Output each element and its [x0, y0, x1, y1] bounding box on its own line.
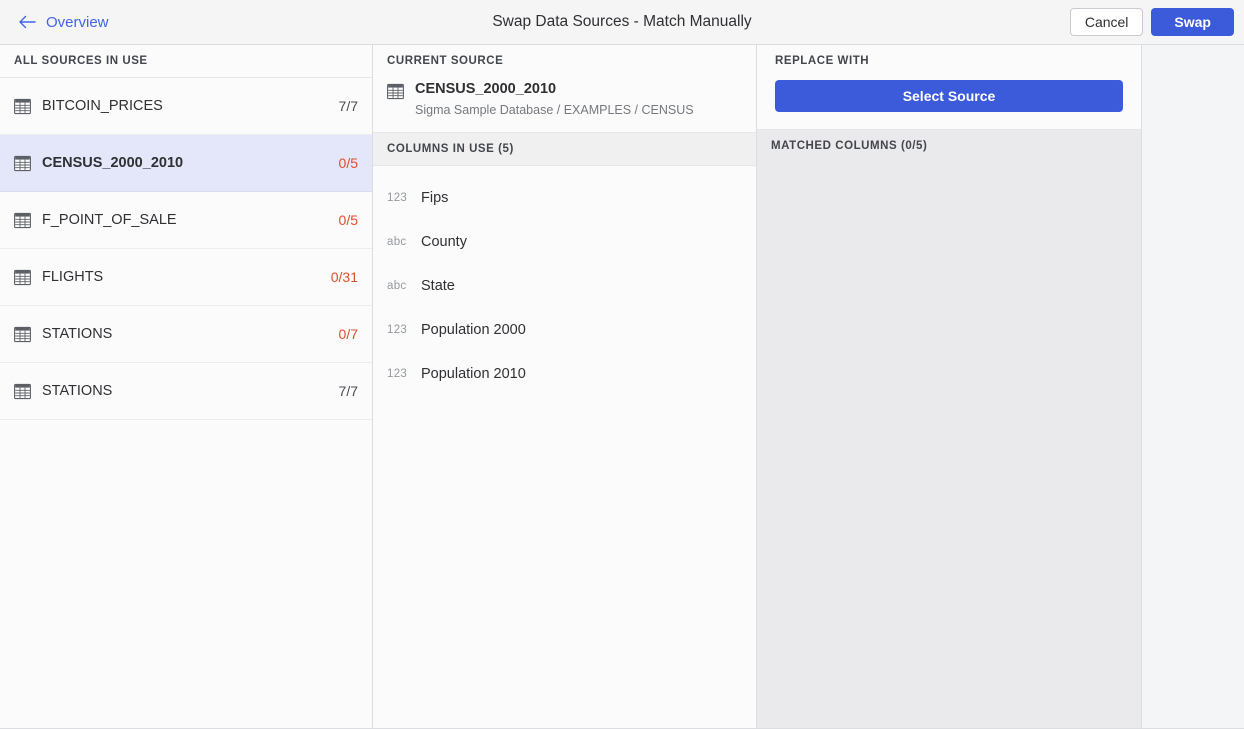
source-match-count: 7/7 [338, 383, 358, 399]
column-row[interactable]: 123 Population 2010 [373, 352, 756, 396]
column-row[interactable]: abc County [373, 220, 756, 264]
back-to-overview-link[interactable]: Overview [18, 13, 109, 31]
column-type-icon: 123 [387, 324, 408, 336]
columns-in-use-list: 123 Fips abc County abc State 123 Population 20… [373, 166, 756, 728]
source-row[interactable]: F_POINT_OF_SALE 0/5 [0, 192, 372, 249]
source-name: STATIONS [42, 326, 113, 342]
column-row[interactable]: 123 Fips [373, 176, 756, 220]
current-source-row: CENSUS_2000_2010 Sigma Sample Database /… [387, 80, 742, 118]
table-icon [14, 98, 31, 115]
swap-button[interactable]: Swap [1151, 8, 1234, 36]
source-match-count: 0/31 [330, 269, 358, 285]
arrow-left-icon [18, 13, 36, 31]
table-icon [387, 83, 404, 100]
header-actions: Cancel Swap [1069, 8, 1234, 36]
table-icon [14, 155, 31, 172]
column-type-icon: 123 [387, 368, 408, 380]
column-name: Population 2010 [421, 366, 526, 382]
table-icon [14, 269, 31, 286]
source-row[interactable]: CENSUS_2000_2010 0/5 [0, 135, 372, 192]
columns-in-use-header: COLUMNS IN USE (5) [373, 133, 756, 166]
matched-columns-header: MATCHED COLUMNS (0/5) [757, 130, 1141, 163]
current-source-panel: CURRENT SOURCE CENSUS_2000_2010 Sigma Sa… [373, 45, 757, 728]
source-name: BITCOIN_PRICES [42, 98, 163, 114]
column-type-icon: abc [387, 280, 407, 292]
all-sources-panel: ALL SOURCES IN USE BITCOIN_PRICES 7/7 CENS… [0, 45, 373, 728]
current-source-title: CURRENT SOURCE [387, 55, 504, 67]
current-source-text: CENSUS_2000_2010 Sigma Sample Database /… [415, 80, 694, 118]
source-name: F_POINT_OF_SALE [42, 212, 177, 228]
replace-with-section: REPLACE WITH Select Source [757, 45, 1141, 130]
panel-filler [1142, 45, 1244, 728]
source-match-count: 0/7 [338, 326, 358, 342]
replace-with-panel: REPLACE WITH Select Source MATCHED COLUM… [757, 45, 1142, 728]
replace-with-title: REPLACE WITH [775, 55, 870, 67]
source-name: FLIGHTS [42, 269, 104, 285]
select-source-button[interactable]: Select Source [775, 80, 1123, 112]
source-match-count: 0/5 [338, 155, 358, 171]
source-name: CENSUS_2000_2010 [42, 155, 184, 171]
current-source-name: CENSUS_2000_2010 [415, 81, 557, 97]
source-match-count: 7/7 [338, 98, 358, 114]
column-row[interactable]: 123 Population 2000 [373, 308, 756, 352]
back-link-label: Overview [46, 13, 109, 31]
source-list: BITCOIN_PRICES 7/7 CENSUS_2000_2010 0/5 F_PO… [0, 78, 372, 728]
current-source-path: Sigma Sample Database / EXAMPLES / CENSU… [415, 103, 694, 117]
source-row[interactable]: FLIGHTS 0/31 [0, 249, 372, 306]
source-match-count: 0/5 [338, 212, 358, 228]
column-name: State [421, 278, 455, 294]
columns-in-use-title: COLUMNS IN USE (5) [387, 143, 514, 155]
cancel-button[interactable]: Cancel [1069, 8, 1144, 36]
all-sources-header: ALL SOURCES IN USE [0, 45, 372, 78]
page-title: Swap Data Sources - Match Manually [492, 13, 752, 30]
column-name: Fips [421, 190, 449, 206]
source-row[interactable]: STATIONS 7/7 [0, 363, 372, 420]
matched-columns-list [757, 163, 1141, 728]
column-type-icon: 123 [387, 192, 408, 204]
current-source-section: CURRENT SOURCE CENSUS_2000_2010 Sigma Sa… [373, 45, 756, 133]
table-icon [14, 383, 31, 400]
all-sources-title: ALL SOURCES IN USE [14, 55, 148, 67]
swap-data-sources-dialog: Overview Swap Data Sources - Match Manua… [0, 0, 1244, 729]
column-type-icon: abc [387, 236, 407, 248]
column-row[interactable]: abc State [373, 264, 756, 308]
source-row[interactable]: BITCOIN_PRICES 7/7 [0, 78, 372, 135]
dialog-header: Overview Swap Data Sources - Match Manua… [0, 0, 1244, 45]
dialog-body: ALL SOURCES IN USE BITCOIN_PRICES 7/7 CENS… [0, 45, 1244, 729]
table-icon [14, 326, 31, 343]
source-name: STATIONS [42, 383, 113, 399]
column-name: Population 2000 [421, 322, 526, 338]
column-name: County [421, 234, 467, 250]
source-row[interactable]: STATIONS 0/7 [0, 306, 372, 363]
matched-columns-title: MATCHED COLUMNS (0/5) [771, 140, 928, 152]
table-icon [14, 212, 31, 229]
